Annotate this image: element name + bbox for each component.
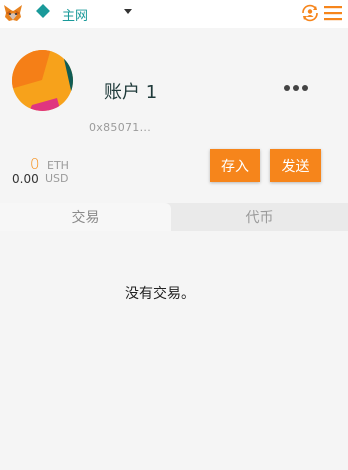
tab-transactions[interactable]: 交易 [0, 203, 171, 231]
deposit-button[interactable]: 存入 [210, 149, 260, 182]
eth-unit: ETH [47, 159, 69, 172]
empty-transactions-message: 没有交易。 [125, 286, 195, 302]
account-address[interactable]: 0x85071... [89, 121, 151, 134]
account-identicon[interactable] [12, 50, 73, 111]
dot [284, 85, 290, 91]
tab-bar: 交易 代币 [0, 203, 348, 231]
usd-balance: 0.00 [12, 172, 39, 186]
dot [293, 85, 299, 91]
usd-unit: USD [45, 172, 69, 185]
account-options-icon[interactable] [284, 85, 308, 91]
account-switch-icon[interactable] [300, 3, 320, 23]
network-diamond-icon[interactable] [35, 3, 51, 19]
tab-tokens[interactable]: 代币 [171, 203, 348, 231]
network-name[interactable]: 主网 [62, 5, 88, 24]
eth-balance: 0 [30, 155, 40, 173]
dot [302, 85, 308, 91]
send-button[interactable]: 发送 [270, 149, 321, 182]
chevron-down-icon[interactable] [124, 9, 132, 14]
top-bar: 主网 [0, 0, 348, 28]
account-name: 账户 1 [104, 82, 158, 103]
hamburger-menu-icon[interactable] [324, 5, 342, 21]
metamask-fox-icon[interactable] [3, 3, 23, 23]
